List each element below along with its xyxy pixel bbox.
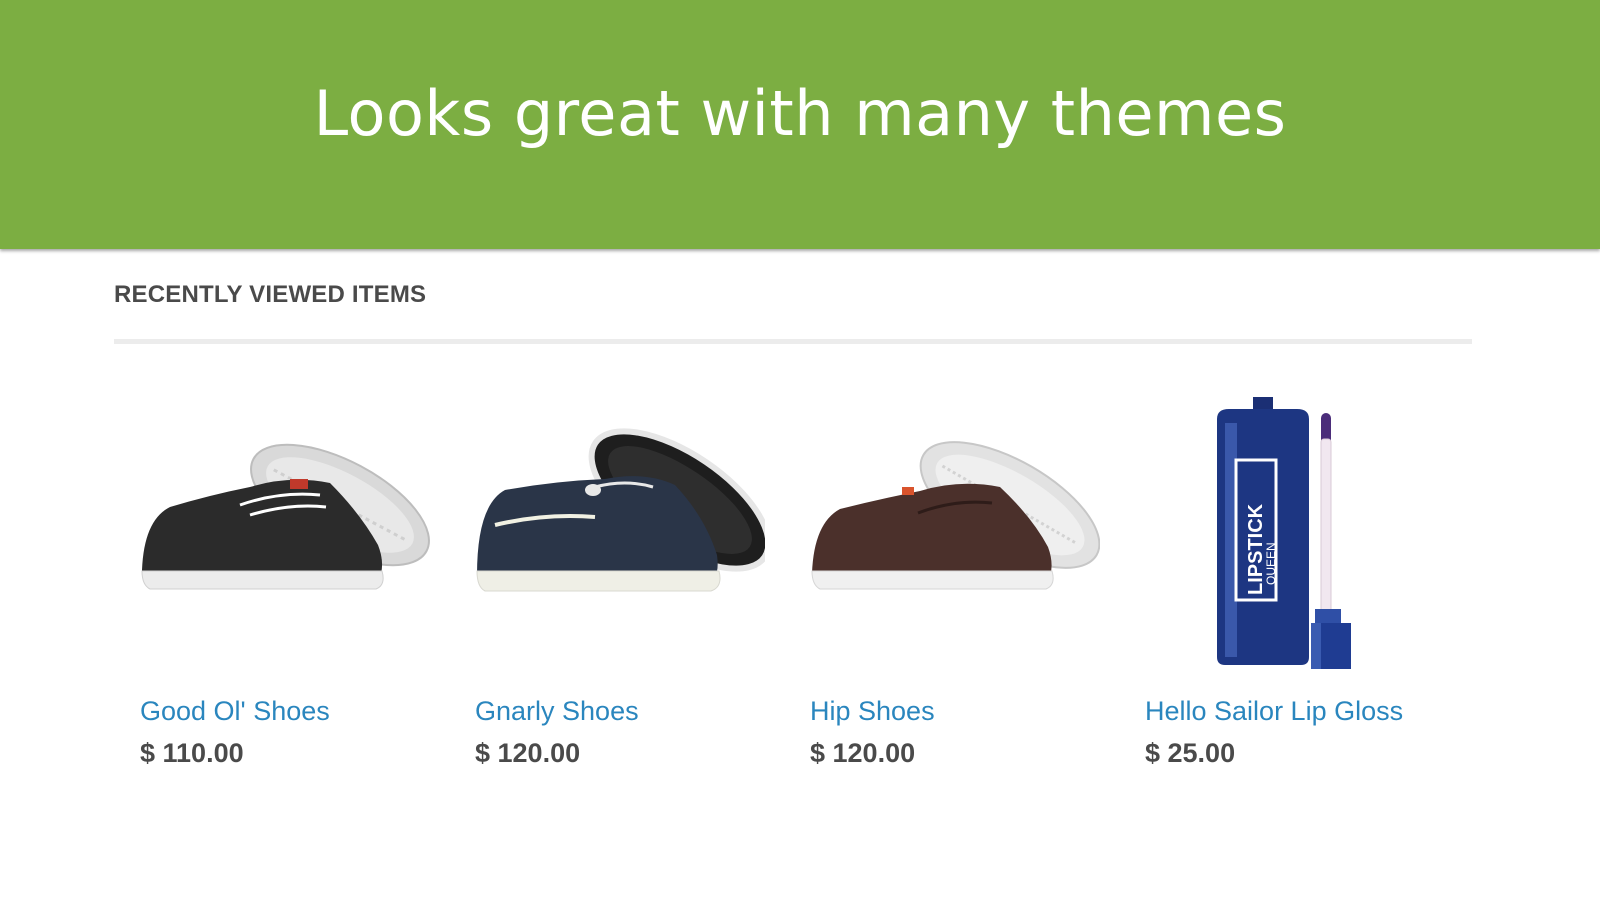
hero-banner: Looks great with many themes bbox=[0, 0, 1600, 249]
section-heading: RECENTLY VIEWED ITEMS bbox=[114, 281, 427, 308]
product-card: Good Ol' Shoes $ 110.00 bbox=[140, 395, 440, 775]
brown-sneaker-image[interactable] bbox=[810, 395, 1100, 680]
black-sneaker-image[interactable] bbox=[140, 395, 430, 680]
product-card: LIPSTICK QUEEN Hello Sailor Lip Gloss $ … bbox=[1145, 395, 1445, 775]
product-price: $ 120.00 bbox=[810, 738, 916, 768]
product-price: $ 25.00 bbox=[1145, 738, 1236, 768]
product-price: $ 120.00 bbox=[475, 738, 581, 768]
navy-boat-sneaker-image[interactable] bbox=[475, 395, 765, 680]
section-divider bbox=[114, 339, 1472, 344]
blue-lip-gloss-image[interactable]: LIPSTICK QUEEN bbox=[1145, 395, 1435, 680]
svg-text:QUEEN: QUEEN bbox=[1264, 542, 1278, 585]
product-name-link[interactable]: Good Ol' Shoes bbox=[140, 693, 330, 729]
product-price: $ 110.00 bbox=[140, 738, 244, 768]
recently-viewed-section: RECENTLY VIEWED ITEMS bbox=[114, 280, 1472, 310]
product-card: Gnarly Shoes $ 120.00 bbox=[475, 395, 775, 775]
product-name-link[interactable]: Hello Sailor Lip Gloss bbox=[1145, 693, 1403, 729]
product-grid: Good Ol' Shoes $ 110.00 Gnarly Shoes $ 1… bbox=[140, 395, 1480, 775]
banner-title: Looks great with many themes bbox=[313, 77, 1287, 150]
product-name-link[interactable]: Hip Shoes bbox=[810, 693, 935, 729]
product-name-link[interactable]: Gnarly Shoes bbox=[475, 693, 639, 729]
product-card: Hip Shoes $ 120.00 bbox=[810, 395, 1110, 775]
